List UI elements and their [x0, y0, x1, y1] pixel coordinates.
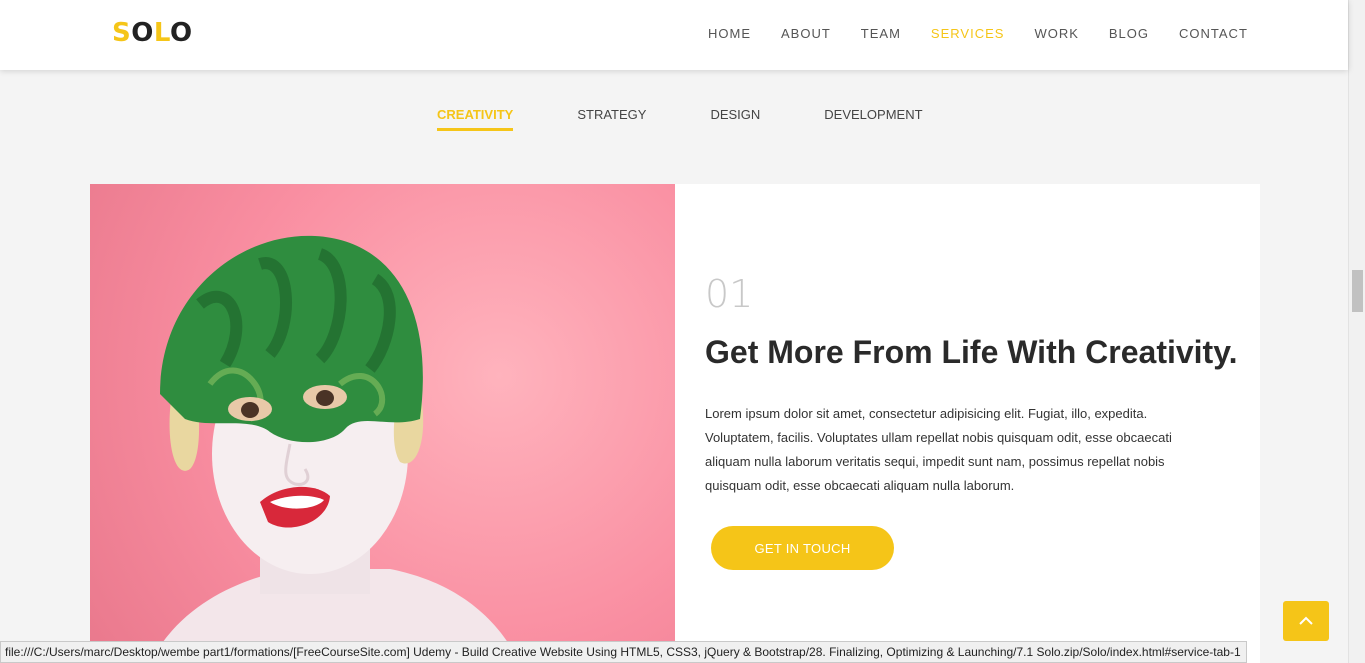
service-number: 01 — [705, 272, 754, 316]
browser-status-bar: file:///C:/Users/marc/Desktop/wembe part… — [0, 641, 1247, 663]
service-description: Lorem ipsum dolor sit amet, consectetur … — [705, 406, 1172, 493]
nav-home[interactable]: HOME — [708, 26, 751, 41]
service-photo — [90, 184, 675, 663]
service-tabs: CREATIVITY STRATEGY DESIGN DEVELOPMENT — [437, 107, 987, 131]
tab-design[interactable]: DESIGN — [710, 107, 760, 131]
watermelon-portrait-image — [150, 235, 520, 663]
chevron-up-icon — [1299, 616, 1313, 625]
nav-services[interactable]: SERVICES — [931, 26, 1005, 41]
service-panel: 01 Get More From Life With Creativity. L… — [90, 184, 1260, 663]
main-nav: HOME ABOUT TEAM SERVICES WORK BLOG CONTA… — [708, 26, 1278, 41]
nav-work[interactable]: WORK — [1034, 26, 1078, 41]
scroll-top-button[interactable] — [1283, 601, 1329, 641]
nav-blog[interactable]: BLOG — [1109, 26, 1149, 41]
logo-letter-s: S — [112, 18, 132, 48]
nav-contact[interactable]: CONTACT — [1179, 26, 1248, 41]
service-heading: Get More From Life With Creativity. — [705, 334, 1238, 370]
tab-strategy[interactable]: STRATEGY — [577, 107, 646, 131]
nav-about[interactable]: ABOUT — [781, 26, 831, 41]
tab-creativity[interactable]: CREATIVITY — [437, 107, 514, 131]
get-in-touch-button[interactable]: GET IN TOUCH — [711, 526, 894, 570]
page-scrollbar[interactable] — [1348, 0, 1365, 663]
nav-team[interactable]: TEAM — [861, 26, 901, 41]
tab-development[interactable]: DEVELOPMENT — [824, 107, 922, 131]
navbar: SOLO HOME ABOUT TEAM SERVICES WORK BLOG … — [0, 0, 1348, 70]
logo[interactable]: SOLO — [112, 18, 193, 48]
logo-letter-o: O — [131, 18, 154, 48]
logo-letter-o2: O — [169, 18, 193, 48]
scrollbar-thumb[interactable] — [1352, 270, 1363, 312]
logo-letter-l: L — [153, 18, 170, 48]
